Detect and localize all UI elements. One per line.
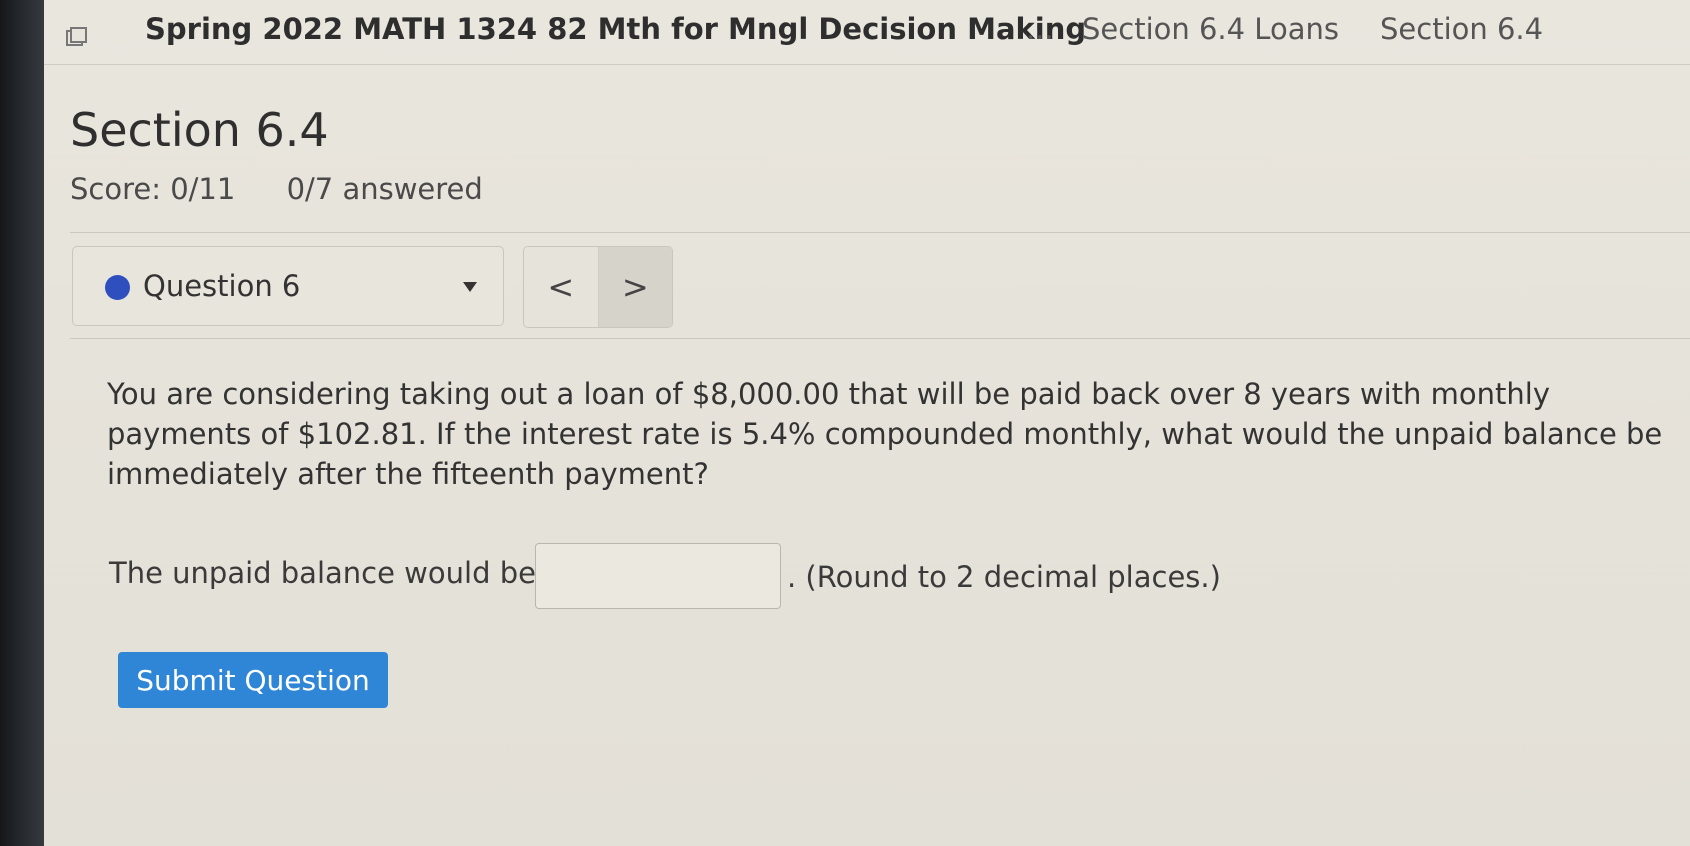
score-text: Score: 0/11 [70, 172, 236, 206]
breadcrumb: Spring 2022 MATH 1324 82 Mth for Mngl De… [44, 0, 1690, 65]
question-status-dot [105, 275, 130, 300]
answered-count: 0/7 answered [286, 172, 483, 206]
score-summary: Score: 0/11 0/7 answered [70, 172, 483, 206]
device-bezel [0, 0, 50, 846]
breadcrumb-course-link[interactable]: Spring 2022 MATH 1324 82 Mth for Mngl De… [145, 12, 1086, 46]
divider [70, 232, 1690, 233]
divider [70, 338, 1690, 339]
submit-question-button[interactable]: Submit Question [118, 652, 388, 708]
answer-prefix-label: The unpaid balance would be $ [109, 556, 564, 590]
breadcrumb-ellipsis[interactable]: ... [1026, 12, 1054, 46]
chevron-down-icon [463, 282, 477, 292]
answer-suffix-label: . (Round to 2 decimal places.) [787, 560, 1221, 594]
breadcrumb-assignment-link[interactable]: Section 6.4 Loans [1082, 12, 1339, 46]
app-screen: Spring 2022 MATH 1324 82 Mth for Mngl De… [44, 0, 1690, 846]
question-dropdown-label: Question 6 [143, 269, 301, 303]
page-title: Section 6.4 [70, 103, 329, 157]
next-question-button[interactable]: > [598, 247, 672, 327]
question-dropdown[interactable]: Question 6 [72, 246, 504, 326]
unpaid-balance-input[interactable] [535, 543, 781, 609]
question-text: You are considering taking out a loan of… [107, 377, 1663, 491]
previous-question-button[interactable]: < [524, 247, 599, 327]
breadcrumb-current: Section 6.4 [1380, 12, 1544, 46]
question-nav-buttons: < > [523, 246, 673, 328]
course-icon [66, 27, 88, 47]
